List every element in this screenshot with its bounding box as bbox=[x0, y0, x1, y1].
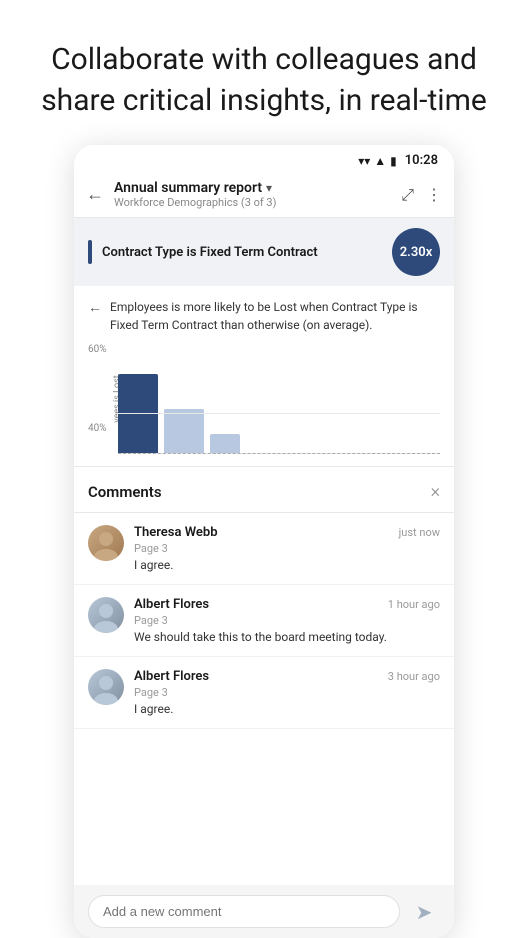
header-title: Annual summary report ▾ bbox=[114, 180, 401, 196]
expand-icon[interactable]: ⤢ bbox=[401, 185, 414, 205]
insight-text: Contract Type is Fixed Term Contract bbox=[102, 245, 382, 260]
avatar bbox=[88, 597, 124, 633]
insight-badge: 2.30x bbox=[392, 228, 440, 276]
signal-icon: ▲ bbox=[374, 154, 386, 168]
comments-header: Comments × bbox=[74, 467, 454, 513]
bar-fixed-term bbox=[118, 374, 158, 454]
comment-time: 1 hour ago bbox=[388, 598, 440, 611]
status-time: 10:28 bbox=[405, 153, 438, 168]
comment-body: Albert Flores 1 hour ago Page 3 We shoul… bbox=[134, 597, 440, 644]
comments-title: Comments bbox=[88, 483, 162, 501]
back-button[interactable]: ← bbox=[86, 184, 104, 205]
bar-third bbox=[210, 434, 240, 454]
send-button[interactable]: ➤ bbox=[408, 896, 440, 928]
hero-title: Collaborate with colleagues and share cr… bbox=[40, 40, 488, 121]
comment-page: Page 3 bbox=[134, 686, 440, 699]
grid-line-60 bbox=[118, 413, 440, 414]
avatar bbox=[88, 525, 124, 561]
header-title-group: Annual summary report ▾ Workforce Demogr… bbox=[114, 180, 401, 209]
comment-time: just now bbox=[399, 526, 440, 539]
avatar bbox=[88, 669, 124, 705]
bars-area bbox=[118, 364, 440, 454]
comment-item: Theresa Webb just now Page 3 I agree. bbox=[74, 513, 454, 585]
status-bar: ▾▾ ▲ ▮ 10:28 bbox=[74, 145, 454, 172]
comment-body: Theresa Webb just now Page 3 I agree. bbox=[134, 525, 440, 572]
comment-body: Albert Flores 3 hour ago Page 3 I agree. bbox=[134, 669, 440, 716]
comments-section: Comments × Theresa Webb just now Page 3 bbox=[74, 467, 454, 938]
comment-page: Page 3 bbox=[134, 614, 440, 627]
insight-badge-value: 2.30x bbox=[400, 245, 433, 260]
comment-time: 3 hour ago bbox=[388, 670, 440, 683]
more-options-icon[interactable]: ⋮ bbox=[426, 185, 442, 204]
y-tick-40: 40% bbox=[88, 423, 107, 434]
comment-input-area: ➤ bbox=[74, 885, 454, 938]
comment-page: Page 3 bbox=[134, 542, 440, 555]
insight-bar bbox=[88, 240, 92, 264]
wifi-icon: ▾▾ bbox=[358, 154, 370, 168]
bar-other bbox=[164, 409, 204, 454]
comment-item: Albert Flores 3 hour ago Page 3 I agree. bbox=[74, 657, 454, 729]
status-icons: ▾▾ ▲ ▮ 10:28 bbox=[358, 153, 438, 168]
comment-meta: Albert Flores 3 hour ago bbox=[134, 669, 440, 684]
chart-section: ← Employees is more likely to be Lost wh… bbox=[74, 286, 454, 467]
comment-author: Albert Flores bbox=[134, 597, 209, 612]
comment-meta: Albert Flores 1 hour ago bbox=[134, 597, 440, 612]
chart-description: Employees is more likely to be Lost when… bbox=[110, 298, 440, 334]
dotted-line bbox=[118, 453, 440, 454]
phone-mockup: ▾▾ ▲ ▮ 10:28 ← Annual summary report ▾ W… bbox=[74, 145, 454, 938]
comment-input[interactable] bbox=[88, 895, 400, 928]
insight-banner: Contract Type is Fixed Term Contract 2.3… bbox=[74, 218, 454, 286]
close-comments-button[interactable]: × bbox=[431, 481, 440, 502]
app-header: ← Annual summary report ▾ Workforce Demo… bbox=[74, 172, 454, 218]
send-icon: ➤ bbox=[416, 900, 433, 924]
chart-back-arrow-icon: ← bbox=[88, 299, 102, 316]
comment-meta: Theresa Webb just now bbox=[134, 525, 440, 540]
battery-icon: ▮ bbox=[390, 154, 397, 168]
y-axis-labels: 60% 40% bbox=[88, 344, 111, 454]
y-tick-60: 60% bbox=[88, 344, 107, 355]
report-title: Annual summary report bbox=[114, 180, 262, 196]
report-subtitle: Workforce Demographics (3 of 3) bbox=[114, 196, 401, 209]
bar-chart: 60% 40% vees is Lost bbox=[88, 344, 440, 454]
comment-text: We should take this to the board meeting… bbox=[134, 630, 440, 644]
comment-author: Albert Flores bbox=[134, 669, 209, 684]
hero-section: Collaborate with colleagues and share cr… bbox=[0, 0, 528, 145]
comment-author: Theresa Webb bbox=[134, 525, 218, 540]
page-wrapper: Collaborate with colleagues and share cr… bbox=[0, 0, 528, 938]
comment-text: I agree. bbox=[134, 558, 440, 572]
comment-item: Albert Flores 1 hour ago Page 3 We shoul… bbox=[74, 585, 454, 657]
chart-back: ← Employees is more likely to be Lost wh… bbox=[88, 298, 440, 334]
header-actions: ⤢ ⋮ bbox=[401, 185, 442, 205]
comment-text: I agree. bbox=[134, 702, 440, 716]
dropdown-arrow-icon[interactable]: ▾ bbox=[266, 181, 272, 195]
